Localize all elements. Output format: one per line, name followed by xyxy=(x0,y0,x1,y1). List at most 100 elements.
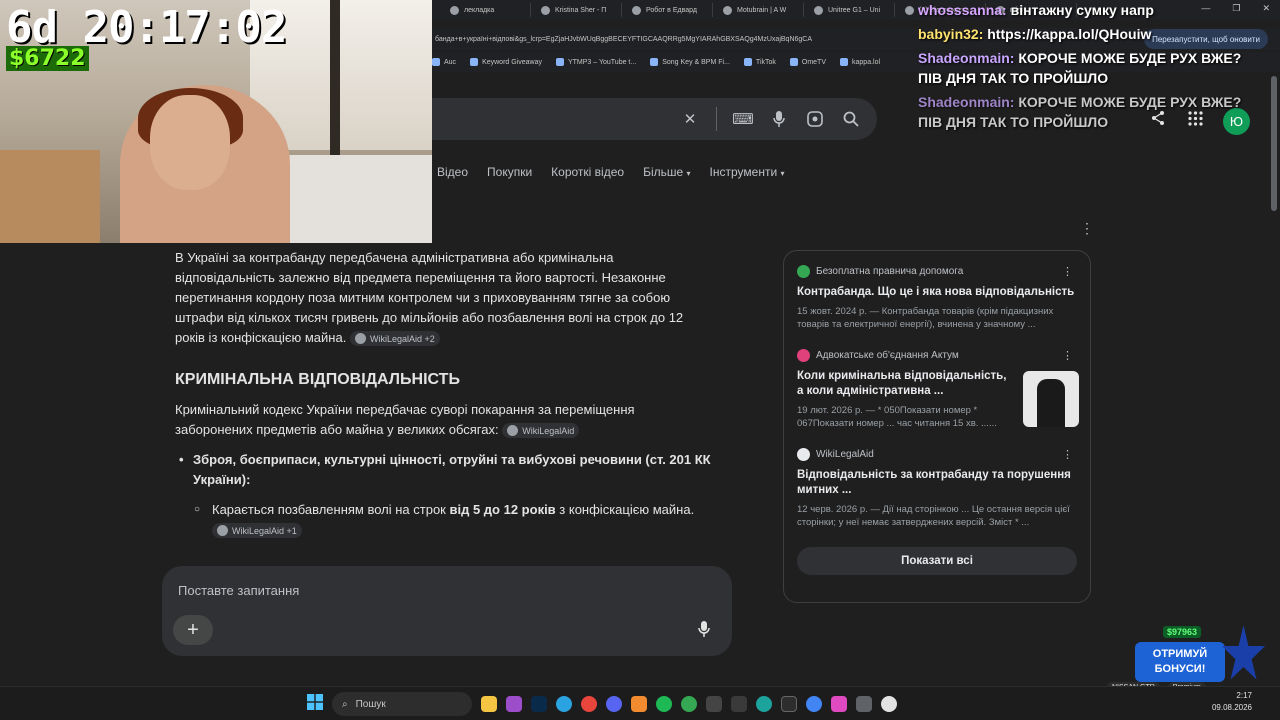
bonus-label: ОТРИМУЙ БОНУСИ! xyxy=(1135,642,1225,682)
media-player-icon[interactable] xyxy=(881,696,897,712)
source-card[interactable]: Безоплатна правнича допомога ⋮ Контрабан… xyxy=(797,265,1077,331)
bookmark-icon xyxy=(743,58,752,66)
list-text: з конфіскацією майна. xyxy=(555,502,695,517)
source-title[interactable]: Коли кримінальна відповідальність, а кол… xyxy=(797,369,1011,399)
source-chip[interactable]: WikiLegalAid xyxy=(502,423,580,439)
show-all-button[interactable]: Показати всі xyxy=(797,547,1077,575)
tab-label: Motubrain | A W xyxy=(737,6,787,14)
app-icon[interactable] xyxy=(506,696,522,712)
list-text-bold: від 5 до 12 років xyxy=(449,502,556,517)
scrollbar-thumb[interactable] xyxy=(1271,76,1277,211)
tab-label: лекладка xyxy=(464,6,495,14)
browser-tab[interactable]: Motubrain | A W xyxy=(713,3,804,17)
source-icon xyxy=(354,333,366,345)
source-header: Безоплатна правнича допомога xyxy=(797,265,1077,278)
bookmark-item[interactable]: OmeTV xyxy=(789,58,826,66)
calculator-icon[interactable] xyxy=(856,696,872,712)
source-chip[interactable]: WikiLegalAid +2 xyxy=(349,331,440,347)
bookmark-item[interactable]: Song Key & BPM Fi... xyxy=(650,58,730,66)
chrome-icon[interactable] xyxy=(581,696,597,712)
photoshop-icon[interactable] xyxy=(531,696,547,712)
chrome-icon[interactable] xyxy=(806,696,822,712)
chat-message: Shadeonmain: КОРОЧЕ МОЖЕ БУДЕ РУХ ВЖЕ? П… xyxy=(918,48,1268,88)
telegram-icon[interactable] xyxy=(556,696,572,712)
divider xyxy=(716,107,717,131)
address-text: бандa+в+україні+відповi&gs_lcrp=EgZjaHJv… xyxy=(435,35,813,43)
chat-message: Shadeonmain: КОРОЧЕ МОЖЕ БУДЕ РУХ ВЖЕ? П… xyxy=(918,92,1268,132)
app-icon[interactable] xyxy=(831,696,847,712)
add-attachment-button[interactable]: + xyxy=(173,615,213,645)
caret-down-icon: ▾ xyxy=(780,169,785,178)
chrome-icon[interactable] xyxy=(681,696,697,712)
taskbar-icons: ⌕ Пошук xyxy=(307,692,897,716)
source-menu-icon[interactable]: ⋮ xyxy=(1062,349,1073,362)
source-thumbnail xyxy=(1023,371,1079,427)
chat-user: whosssanna: xyxy=(918,2,1007,18)
list-text: Карається позбавленням волі на строк xyxy=(212,502,450,517)
bookmark-item[interactable]: Keyword Giveaway xyxy=(470,58,542,66)
mic-icon[interactable] xyxy=(698,621,710,642)
discord-icon[interactable] xyxy=(606,696,622,712)
app-icon[interactable] xyxy=(731,696,747,712)
chat-message: whosssanna: вінтажну сумку напр xyxy=(918,0,1268,20)
source-title[interactable]: Відповідальність за контрабанду та поруш… xyxy=(797,468,1077,498)
bonus-widget[interactable]: $97963 ОТРИМУЙ БОНУСИ! xyxy=(1133,625,1266,685)
section-heading: КРИМІНАЛЬНА ВІДПОВІДАЛЬНІСТЬ xyxy=(175,371,460,388)
followup-input[interactable]: Поставте запитання + xyxy=(162,566,732,656)
chat-user: Shadeonmain: xyxy=(918,50,1015,66)
tab-short-videos[interactable]: Короткі відео xyxy=(551,165,624,179)
app-icon[interactable] xyxy=(631,696,647,712)
ai-overview-menu-icon[interactable]: ⋮ xyxy=(1080,220,1094,237)
bookmark-item[interactable]: YTMP3 – YouTube t... xyxy=(555,58,637,66)
tab-more[interactable]: Більше ▾ xyxy=(643,165,690,179)
tab-favicon-icon xyxy=(632,5,641,15)
tab-video[interactable]: Відео xyxy=(437,165,468,179)
taskbar-search[interactable]: ⌕ Пошук xyxy=(332,692,472,716)
bookmark-item[interactable]: kappa.lol xyxy=(840,58,880,66)
source-chip-label: WikiLegalAid xyxy=(522,425,575,436)
bookmark-label: YTMP3 – YouTube t... xyxy=(567,58,637,66)
search-bar[interactable]: ✕ ⌨ xyxy=(420,98,877,140)
bookmark-label: TikTok xyxy=(755,58,776,66)
tab-tools-label: Інструменти xyxy=(709,165,778,179)
source-chip[interactable]: WikiLegalAid +1 xyxy=(212,523,302,539)
spotify-icon[interactable] xyxy=(656,696,672,712)
system-clock[interactable]: 2:17 09.08.2026 xyxy=(1212,690,1252,714)
file-explorer-icon[interactable] xyxy=(481,696,497,712)
browser-tab[interactable]: Kristina Sher - П xyxy=(531,3,622,17)
tab-shopping[interactable]: Покупки xyxy=(487,165,532,179)
keyboard-icon[interactable]: ⌨ xyxy=(732,109,754,129)
source-menu-icon[interactable]: ⋮ xyxy=(1062,448,1073,461)
clear-search-icon[interactable]: ✕ xyxy=(680,109,700,129)
tab-label: Робот в Едвард xyxy=(646,6,697,14)
followup-placeholder: Поставте запитання xyxy=(178,583,300,598)
source-title[interactable]: Контрабанда. Що це і яка нова відповідал… xyxy=(797,285,1077,300)
tab-favicon-icon xyxy=(905,5,914,15)
chat-user: babyin32: xyxy=(918,26,984,42)
tab-label: Unitree G1 – Uni xyxy=(828,6,881,14)
answer-paragraph: В Україні за контрабанду передбачена адм… xyxy=(175,248,715,348)
edge-icon[interactable] xyxy=(756,696,772,712)
bookmark-item[interactable]: Auc xyxy=(432,58,456,66)
source-card[interactable]: WikiLegalAid ⋮ Відповідальність за контр… xyxy=(797,448,1077,529)
site-favicon-icon xyxy=(797,349,810,362)
bookmark-item[interactable]: TikTok xyxy=(743,58,776,66)
browser-tab[interactable]: лекладка xyxy=(440,3,531,17)
source-icon xyxy=(217,525,228,537)
bookmark-icon xyxy=(650,58,659,66)
source-card[interactable]: Адвокатське об'єднання Актум ⋮ Коли крим… xyxy=(797,349,1079,430)
windows-start-icon[interactable] xyxy=(307,693,323,715)
sources-panel: Безоплатна правнича допомога ⋮ Контрабан… xyxy=(783,250,1091,603)
search-icon[interactable] xyxy=(841,109,861,129)
lens-icon[interactable] xyxy=(805,109,825,129)
source-menu-icon[interactable]: ⋮ xyxy=(1062,265,1073,278)
browser-tab[interactable]: Unitree G1 – Uni xyxy=(804,3,895,17)
app-icon[interactable] xyxy=(706,696,722,712)
voice-search-icon[interactable] xyxy=(769,109,789,129)
clock-time: 2:17 xyxy=(1236,691,1252,700)
source-header: Адвокатське об'єднання Актум xyxy=(797,349,1011,362)
source-icon xyxy=(507,425,519,437)
tab-tools[interactable]: Інструменти ▾ xyxy=(710,165,785,179)
browser-tab[interactable]: Робот в Едвард xyxy=(622,3,713,17)
terminal-icon[interactable] xyxy=(781,696,797,712)
